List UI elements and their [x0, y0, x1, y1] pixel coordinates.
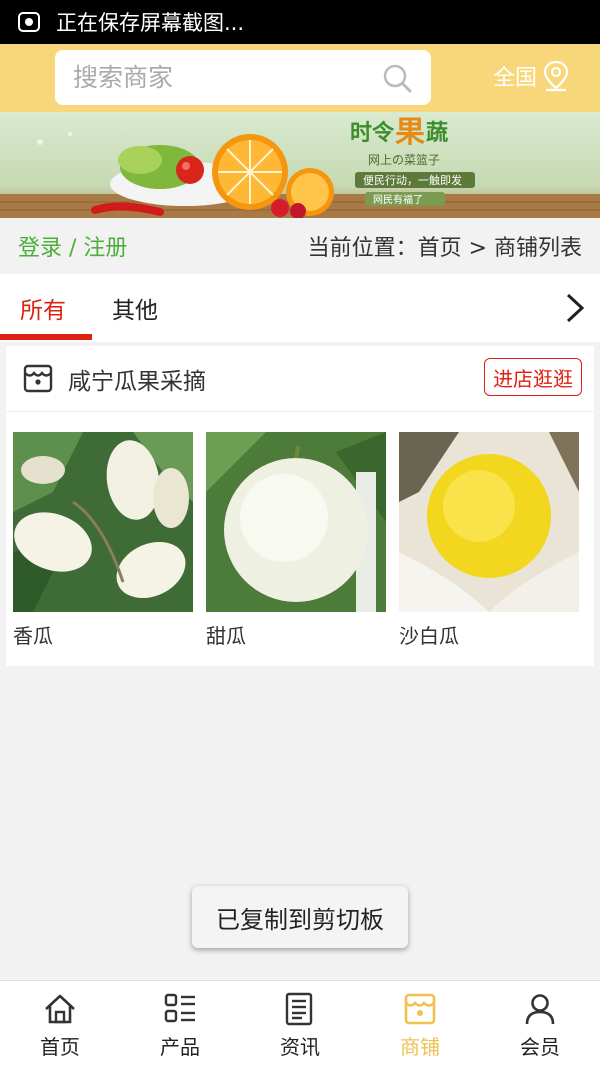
- nav-news[interactable]: 资讯: [240, 981, 360, 1067]
- product-item[interactable]: 甜瓜: [206, 432, 386, 649]
- shop-icon: [404, 993, 436, 1025]
- product-name[interactable]: 沙白瓜: [399, 620, 579, 649]
- bottom-nav: 首页 产品 资讯 商铺 会员: [0, 980, 600, 1067]
- product-item[interactable]: 香瓜: [13, 432, 193, 649]
- category-tabs: 所有 其他: [0, 274, 600, 342]
- search-icon[interactable]: [381, 62, 413, 94]
- nav-label: 会员: [520, 1035, 560, 1059]
- store-icon: [23, 364, 53, 393]
- region-selector[interactable]: 全国: [493, 56, 571, 96]
- product-name[interactable]: 甜瓜: [206, 620, 386, 649]
- nav-label: 产品: [160, 1035, 200, 1059]
- location-icon: [543, 60, 569, 92]
- tab-all[interactable]: 所有: [20, 274, 66, 342]
- shop-card-header: 咸宁瓜果采摘 进店逛逛: [6, 346, 594, 412]
- nav-label: 资讯: [280, 1035, 320, 1059]
- region-label: 全国: [493, 66, 538, 91]
- home-icon: [45, 994, 75, 1024]
- banner-slogan-2: 网民有福了: [373, 193, 423, 206]
- screenshot-icon: [18, 12, 40, 32]
- banner-title-mid: 果: [395, 115, 425, 150]
- toast-message: 已复制到剪切板: [192, 886, 408, 948]
- status-bar: 正在保存屏幕截图...: [0, 0, 600, 44]
- nav-home[interactable]: 首页: [0, 981, 120, 1067]
- banner-title-pre: 时令: [350, 120, 395, 146]
- banner-title-post: 蔬: [426, 120, 448, 146]
- product-name[interactable]: 香瓜: [13, 620, 193, 649]
- breadcrumb: 登录 / 注册 当前位置：首页 > 商铺列表: [0, 218, 600, 274]
- nav-products[interactable]: 产品: [120, 981, 240, 1067]
- enter-shop-button[interactable]: 进店逛逛: [484, 358, 582, 396]
- status-text: 正在保存屏幕截图...: [56, 11, 245, 35]
- tab-other[interactable]: 其他: [112, 274, 158, 342]
- login-register-link[interactable]: 登录 / 注册: [18, 230, 127, 262]
- news-icon: [285, 992, 313, 1026]
- product-item[interactable]: 沙白瓜: [399, 432, 579, 649]
- header: 全国: [0, 44, 600, 112]
- search-input[interactable]: [73, 63, 373, 92]
- grid-list-icon: [164, 993, 195, 1023]
- banner-subtitle: 网上の菜篮子: [368, 152, 440, 167]
- product-image[interactable]: [206, 432, 386, 612]
- chevron-right-icon[interactable]: [564, 292, 586, 324]
- user-icon: [525, 994, 555, 1025]
- shop-name[interactable]: 咸宁瓜果采摘: [68, 362, 206, 396]
- product-image[interactable]: [13, 432, 193, 612]
- nav-label: 首页: [40, 1035, 80, 1059]
- shop-card[interactable]: 咸宁瓜果采摘 进店逛逛 香瓜 甜瓜 沙白瓜: [6, 346, 594, 666]
- promo-banner[interactable]: 时令 果 蔬 网上の菜篮子 便民行动，一触即发 网民有福了: [0, 112, 600, 218]
- product-image[interactable]: [399, 432, 579, 612]
- banner-image: 时令 果 蔬 网上の菜篮子 便民行动，一触即发 网民有福了: [0, 112, 600, 218]
- nav-label: 商铺: [400, 1035, 440, 1059]
- current-location: 当前位置：首页 > 商铺列表: [307, 236, 582, 261]
- search-box[interactable]: [55, 50, 431, 105]
- active-tab-indicator: [0, 334, 92, 340]
- nav-shops[interactable]: 商铺: [360, 981, 480, 1067]
- banner-slogan-1: 便民行动，一触即发: [363, 173, 462, 187]
- nav-member[interactable]: 会员: [480, 981, 600, 1067]
